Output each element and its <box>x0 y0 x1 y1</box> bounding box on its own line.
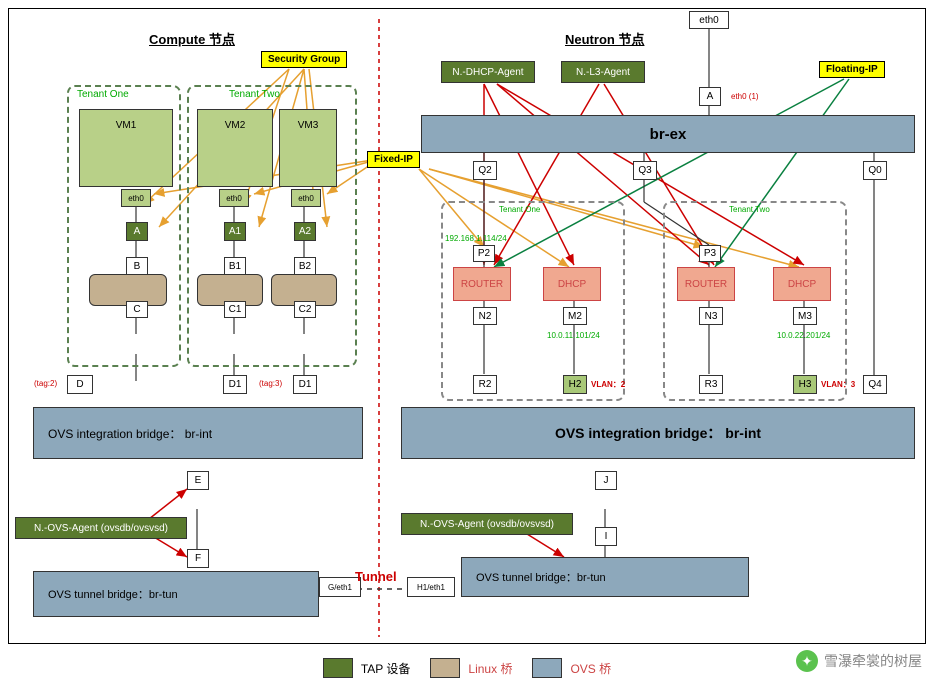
dhcp-1: DHCP <box>543 267 601 301</box>
floating-ip-tag: Floating-IP <box>819 61 885 78</box>
tenant-two-label: Tenant Two <box>229 89 280 100</box>
vlan3: VLAN：3 <box>821 379 855 390</box>
vm2: VM2 <box>197 109 273 187</box>
router-2: ROUTER <box>677 267 735 301</box>
vm3-eth0: eth0 <box>291 189 321 207</box>
br-tun-compute: OVS tunnel bridge：br-tun <box>33 571 319 617</box>
wechat-icon: ✦ <box>796 650 818 672</box>
port-P2: P2 <box>473 245 495 262</box>
port-N2: N2 <box>473 307 497 325</box>
router-1: ROUTER <box>453 267 511 301</box>
port-A2: A2 <box>294 222 316 241</box>
eth0-top: eth0 <box>689 11 729 29</box>
port-Q2: Q2 <box>473 161 497 180</box>
port-J: J <box>595 471 617 490</box>
neutron-title: Neutron 节点 <box>565 29 644 48</box>
security-group-tag: Security Group <box>261 51 347 68</box>
dhcp-2: DHCP <box>773 267 831 301</box>
port-D: D <box>67 375 93 394</box>
tenant-one-n-label: Tenant One <box>499 205 540 214</box>
vm3: VM3 <box>279 109 337 187</box>
vm1: VM1 <box>79 109 173 187</box>
ovs-agent-compute: N.-OVS-Agent (ovsdb/ovsvsd) <box>15 517 187 539</box>
compute-title: Compute 节点 <box>149 29 235 48</box>
port-A: A <box>126 222 148 241</box>
legend: TAP 设备 Linux 桥 OVS 桥 <box>0 648 934 688</box>
ip-r1: 192.168.1.114/24 <box>445 234 507 243</box>
port-A-neutron: A <box>699 87 721 106</box>
port-A1: A1 <box>224 222 246 241</box>
port-Q0: Q0 <box>863 161 887 180</box>
tenant-two-neutron <box>663 201 847 401</box>
vm2-eth0: eth0 <box>219 189 249 207</box>
ovs-swatch <box>532 658 562 678</box>
l3-agent: N.-L3-Agent <box>561 61 645 83</box>
port-I: I <box>595 527 617 546</box>
port-H3: H3 <box>793 375 817 394</box>
tenant-one-neutron <box>441 201 625 401</box>
port-C1: C1 <box>224 301 246 318</box>
port-M2: M2 <box>563 307 587 325</box>
port-E: E <box>187 471 209 490</box>
vm1-eth0: eth0 <box>121 189 151 207</box>
tunnel-label: Tunnel <box>355 569 397 584</box>
watermark: ✦ 雪瀑牵裳的树屋 <box>796 650 922 672</box>
port-R2: R2 <box>473 375 497 394</box>
port-Q4: Q4 <box>863 375 887 394</box>
linux-swatch <box>430 658 460 678</box>
port-C2: C2 <box>294 301 316 318</box>
port-H1: H1/eth1 <box>407 577 455 597</box>
legend-linux: Linux 桥 <box>430 658 512 678</box>
br-int-compute: OVS integration bridge： br-int <box>33 407 363 459</box>
port-Q3: Q3 <box>633 161 657 180</box>
eth0-1-label: eth0 (1) <box>731 92 759 101</box>
dhcp-agent: N.-DHCP-Agent <box>441 61 535 83</box>
diagram-frame: Compute 节点 Neutron 节点 Security Group Fix… <box>8 8 926 644</box>
legend-tap: TAP 设备 <box>323 658 411 678</box>
tenant-one-label: Tenant One <box>77 89 129 100</box>
br-ex: br-ex <box>421 115 915 153</box>
port-F: F <box>187 549 209 568</box>
port-N3: N3 <box>699 307 723 325</box>
vlan2: VLAN：2 <box>591 379 625 390</box>
br-tun-neutron: OVS tunnel bridge：br-tun <box>461 557 749 597</box>
port-D1b: D1 <box>293 375 317 394</box>
port-C: C <box>126 301 148 318</box>
port-M3: M3 <box>793 307 817 325</box>
legend-ovs: OVS 桥 <box>532 658 611 678</box>
br-int-neutron: OVS integration bridge： br-int <box>401 407 915 459</box>
tag2: (tag:2) <box>34 379 57 388</box>
port-H2: H2 <box>563 375 587 394</box>
ip-d1: 10.0.11.101/24 <box>547 331 600 340</box>
port-P3: P3 <box>699 245 721 262</box>
port-D1: D1 <box>223 375 247 394</box>
tenant-two-n-label: Tenant Two <box>729 205 770 214</box>
tag3: (tag:3) <box>259 379 282 388</box>
ovs-agent-neutron: N.-OVS-Agent (ovsdb/ovsvsd) <box>401 513 573 535</box>
ip-d2: 10.0.22.201/24 <box>777 331 830 340</box>
tap-swatch <box>323 658 353 678</box>
port-R3: R3 <box>699 375 723 394</box>
fixed-ip-tag: Fixed-IP <box>367 151 420 168</box>
